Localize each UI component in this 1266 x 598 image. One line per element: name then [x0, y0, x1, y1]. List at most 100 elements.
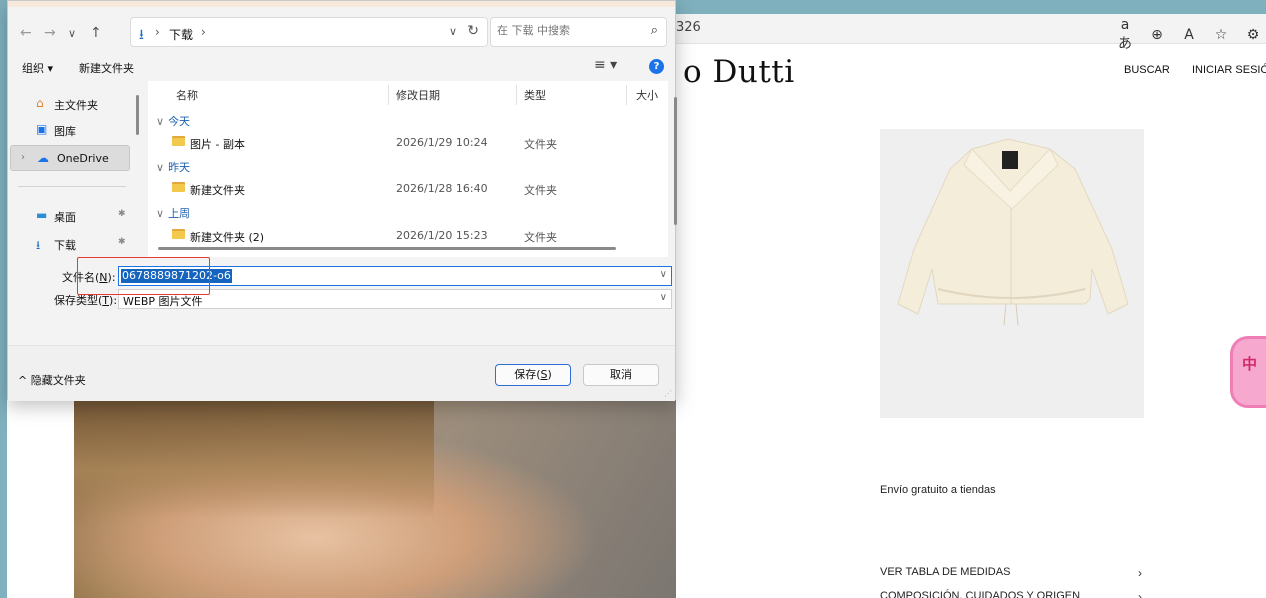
- read-aloud-icon[interactable]: A: [1180, 27, 1198, 43]
- size-chart-label: VER TABLA DE MEDIDAS: [880, 566, 1011, 578]
- nav-item-desktop[interactable]: ▬ 桌面 ✱: [8, 203, 138, 229]
- list-item[interactable]: 新建文件夹 2026/1/28 16:40 文件夹: [148, 178, 668, 200]
- collapse-chevron-icon: ∨: [156, 115, 165, 128]
- refresh-icon[interactable]: ↻: [467, 23, 479, 39]
- nav-search-link[interactable]: BUSCAR: [1124, 64, 1170, 76]
- desktop-icon: ▬: [36, 208, 48, 222]
- product-image[interactable]: [880, 129, 1144, 418]
- nav-item-downloads[interactable]: ⭳ 下载 ✱: [8, 231, 138, 257]
- navigation-pane: ⌂ 主文件夹 ▣ 图库 › ☁ OneDrive ▬ 桌面 ✱ ⭳ 下载 ✱: [8, 81, 146, 257]
- group-title: 今天: [168, 115, 191, 128]
- address-text: 326: [676, 20, 701, 35]
- nav-item-label: 主文件夹: [54, 99, 98, 112]
- home-icon: ⌂: [36, 96, 44, 110]
- column-divider[interactable]: [626, 85, 627, 105]
- download-arrow-icon: ⭳: [139, 27, 144, 43]
- file-date: 2026/1/20 15:23: [396, 229, 488, 242]
- composition-label: COMPOSICIÓN, CUIDADOS Y ORIGEN: [880, 590, 1081, 598]
- search-icon[interactable]: ⌕: [651, 23, 658, 38]
- desktop-edge: [0, 14, 7, 598]
- dialog-footer: ^ 隐藏文件夹 保存(S) 取消 ⋰: [8, 345, 675, 401]
- folder-search-input[interactable]: [497, 24, 637, 37]
- path-dropdown-chevron-icon[interactable]: ∨: [449, 25, 457, 38]
- pin-icon[interactable]: ✱: [118, 209, 126, 219]
- list-horizontal-scrollbar[interactable]: [158, 247, 616, 250]
- folder-search-box[interactable]: ⌕: [490, 17, 667, 47]
- nav-item-gallery[interactable]: ▣ 图库: [8, 117, 138, 143]
- group-header-yesterday[interactable]: ∨ 昨天: [156, 159, 190, 175]
- cancel-button[interactable]: 取消: [583, 364, 659, 386]
- dialog-toolbar: 组织 ▾ 新建文件夹 ≡ ▾ ?: [8, 55, 675, 79]
- chevron-right-icon: ›: [1138, 590, 1142, 598]
- file-name: 新建文件夹: [190, 184, 245, 197]
- column-divider[interactable]: [388, 85, 389, 105]
- up-arrow-icon[interactable]: ↑: [90, 25, 102, 41]
- nav-pane-divider: [18, 186, 126, 187]
- file-date: 2026/1/29 10:24: [396, 136, 488, 149]
- pin-icon[interactable]: ✱: [118, 237, 126, 247]
- shipping-note: Envío gratuito a tiendas: [880, 484, 996, 496]
- nav-item-label: OneDrive: [57, 152, 109, 165]
- site-brand[interactable]: o Dutti: [683, 54, 795, 90]
- chevron-down-icon[interactable]: ∨: [660, 292, 667, 303]
- expand-chevron-icon[interactable]: ›: [21, 152, 25, 163]
- chevron-right-icon: ›: [1138, 566, 1142, 580]
- new-folder-button[interactable]: 新建文件夹: [79, 60, 134, 76]
- forward-arrow-icon[interactable]: →: [44, 25, 56, 41]
- file-type: 文件夹: [524, 184, 557, 197]
- group-title: 上周: [168, 207, 191, 220]
- dialog-navbar: ← → ∨ ↑ ⭳ › 下载 › ∨ ↻ ⌕: [8, 7, 675, 55]
- group-title: 昨天: [168, 161, 191, 174]
- nav-item-label: 图库: [54, 125, 76, 138]
- filetype-value: WEBP 图片文件: [123, 295, 203, 308]
- size-chart-link[interactable]: VER TABLA DE MEDIDAS ›: [880, 566, 1142, 580]
- folder-icon: [172, 136, 185, 146]
- view-options-icon[interactable]: ≡ ▾: [594, 57, 617, 73]
- recent-locations-chevron-icon[interactable]: ∨: [68, 27, 76, 40]
- zoom-icon[interactable]: ⊕: [1148, 27, 1166, 43]
- organize-menu[interactable]: 组织 ▾: [22, 60, 53, 76]
- cloud-icon: ☁: [37, 151, 49, 165]
- group-header-last-week[interactable]: ∨ 上周: [156, 205, 190, 221]
- nav-pane-scrollbar[interactable]: [136, 95, 139, 135]
- group-header-today[interactable]: ∨ 今天: [156, 113, 190, 129]
- column-header-size[interactable]: 大小: [636, 87, 658, 103]
- breadcrumb-chevron-icon[interactable]: ›: [155, 25, 160, 39]
- breadcrumb-download[interactable]: 下载: [169, 26, 193, 43]
- ime-floating-badge[interactable]: 中: [1230, 336, 1266, 408]
- save-button[interactable]: 保存(S): [495, 364, 571, 386]
- nav-item-home[interactable]: ⌂ 主文件夹: [8, 91, 138, 117]
- list-item[interactable]: 新建文件夹 (2) 2026/1/20 15:23 文件夹: [148, 225, 668, 247]
- file-name: 新建文件夹 (2): [190, 231, 265, 244]
- column-divider[interactable]: [516, 85, 517, 105]
- help-icon[interactable]: ?: [649, 59, 664, 74]
- path-breadcrumb[interactable]: ⭳ › 下载 › ∨ ↻: [130, 17, 488, 47]
- browser-toolbar-icons: aあ ⊕ A ☆ ⚙: [1116, 17, 1262, 53]
- favorite-icon[interactable]: ☆: [1212, 27, 1230, 43]
- folder-icon: [172, 182, 185, 192]
- extensions-icon[interactable]: ⚙: [1244, 27, 1262, 43]
- chevron-down-icon[interactable]: ∨: [660, 269, 667, 280]
- nav-item-onedrive[interactable]: › ☁ OneDrive: [10, 145, 130, 171]
- list-item[interactable]: 图片 - 副本 2026/1/29 10:24 文件夹: [148, 132, 668, 154]
- column-header-type[interactable]: 类型: [524, 87, 546, 103]
- back-arrow-icon[interactable]: ←: [20, 25, 32, 41]
- composition-link[interactable]: COMPOSICIÓN, CUIDADOS Y ORIGEN ›: [880, 590, 1142, 598]
- file-type: 文件夹: [524, 231, 557, 244]
- folder-icon: [172, 229, 185, 239]
- hide-folders-toggle[interactable]: ^ 隐藏文件夹: [18, 372, 86, 388]
- file-type: 文件夹: [524, 138, 557, 151]
- breadcrumb-chevron-icon[interactable]: ›: [201, 25, 206, 39]
- column-header-name[interactable]: 名称: [176, 87, 198, 103]
- column-header-date[interactable]: 修改日期: [396, 87, 440, 103]
- jacket-illustration: [897, 138, 1129, 326]
- annotation-highlight-box: [77, 257, 210, 295]
- translate-icon[interactable]: aあ: [1116, 17, 1134, 53]
- file-date: 2026/1/28 16:40: [396, 182, 488, 195]
- list-vertical-scrollbar[interactable]: [674, 97, 677, 225]
- nav-item-label: 桌面: [54, 211, 76, 224]
- nav-login-link[interactable]: INICIAR SESIÓ: [1192, 64, 1266, 76]
- gallery-icon: ▣: [36, 122, 48, 136]
- resize-grip-icon[interactable]: ⋰: [664, 389, 672, 398]
- nav-item-label: 下载: [54, 239, 76, 252]
